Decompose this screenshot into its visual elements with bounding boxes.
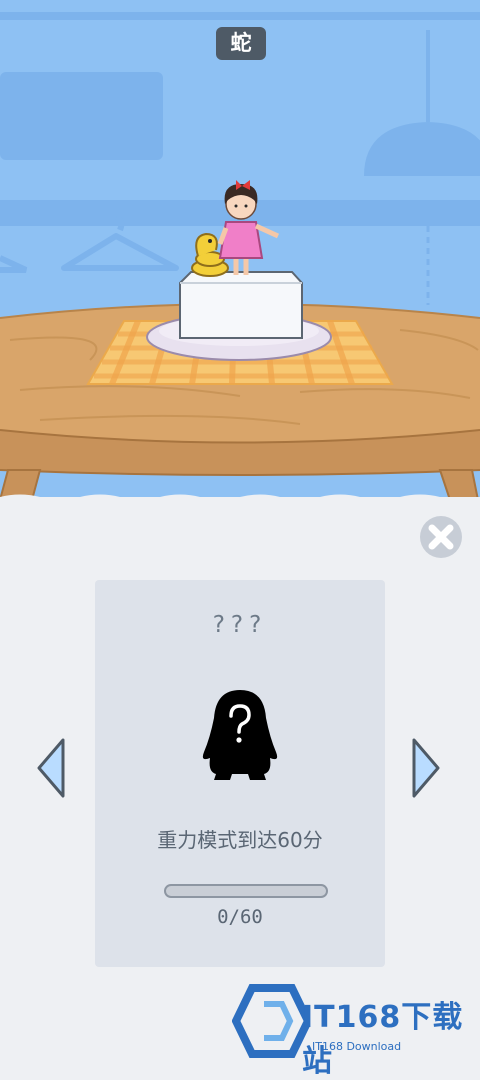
unlock-condition: 重力模式到达60分 — [157, 828, 323, 852]
unlock-progress-bar — [164, 884, 328, 898]
watermark-brand: IT168下载站 — [302, 1000, 464, 1079]
locked-animal-name: ??? — [212, 612, 268, 638]
animal-name-badge: 蛇 — [216, 27, 266, 60]
unlock-progress-text: 0/60 — [217, 906, 263, 928]
watermark-logo-icon — [232, 984, 310, 1058]
next-animal-button[interactable] — [411, 737, 441, 799]
watermark-subtitle: IT168 Download — [312, 1040, 402, 1053]
close-icon — [420, 516, 462, 558]
chevron-right-icon — [412, 738, 440, 798]
previous-animal-button[interactable] — [36, 737, 66, 799]
question-silhouette-icon — [200, 688, 280, 784]
game-scene — [0, 0, 480, 500]
close-button[interactable] — [419, 515, 463, 559]
watermark: IT168下载站 IT168 Download — [232, 982, 472, 1079]
chevron-left-icon — [37, 738, 65, 798]
